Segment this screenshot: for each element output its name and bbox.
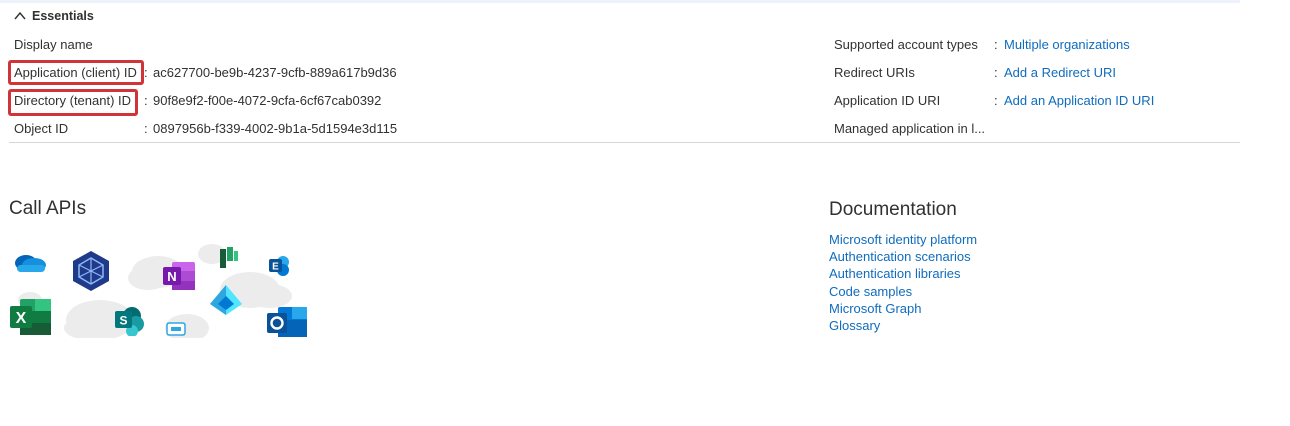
documentation-title: Documentation xyxy=(829,199,957,220)
managed-app-label: Managed application in l... xyxy=(834,121,986,136)
chevron-up-icon xyxy=(14,11,26,20)
doc-link-microsoft-graph[interactable]: Microsoft Graph xyxy=(829,301,921,316)
svg-text:X: X xyxy=(16,310,27,327)
add-app-id-uri-link[interactable]: Add an Application ID URI xyxy=(1004,92,1154,110)
account-types-label: Supported account types xyxy=(834,37,978,52)
onenote-icon: N xyxy=(163,262,195,290)
client-id-separator: : xyxy=(144,65,148,80)
excel-icon: X xyxy=(10,299,51,335)
call-apis-title: Call APIs xyxy=(9,198,87,219)
client-id-label: Application (client) ID xyxy=(14,65,137,80)
essentials-title: Essentials xyxy=(32,9,94,23)
planner-icon xyxy=(220,247,238,268)
skype-icon xyxy=(166,322,186,336)
outlook-icon xyxy=(267,307,307,337)
object-id-separator: : xyxy=(144,121,148,136)
azure-devops-icon xyxy=(73,251,109,291)
essentials-divider xyxy=(9,142,1240,143)
object-id-label: Object ID xyxy=(14,121,69,136)
svg-text:S: S xyxy=(119,314,127,328)
sharepoint-icon: S xyxy=(115,307,144,336)
top-bar xyxy=(0,0,1240,3)
tenant-id-separator: : xyxy=(144,93,148,108)
doc-link-identity-platform[interactable]: Microsoft identity platform xyxy=(829,232,977,247)
azure-ad-icon xyxy=(210,285,242,315)
exchange-icon: E xyxy=(269,256,289,276)
call-apis-illustration: N E X S xyxy=(0,238,320,338)
client-id-value[interactable]: ac627700-be9b-4237-9cfb-889a617b9d36 xyxy=(153,64,397,82)
app-id-uri-label: Application ID URI xyxy=(834,93,941,108)
add-redirect-uri-link[interactable]: Add a Redirect URI xyxy=(1004,64,1116,82)
doc-link-auth-libraries[interactable]: Authentication libraries xyxy=(829,266,961,281)
tenant-id-label: Directory (tenant) ID xyxy=(14,93,132,108)
doc-link-auth-scenarios[interactable]: Authentication scenarios xyxy=(829,249,971,264)
tenant-id-value[interactable]: 90f8e9f2-f00e-4072-9cfa-6cf67cab0392 xyxy=(153,92,381,110)
doc-link-glossary[interactable]: Glossary xyxy=(829,318,880,333)
doc-link-code-samples[interactable]: Code samples xyxy=(829,284,912,299)
essentials-toggle[interactable]: Essentials xyxy=(14,7,94,25)
svg-text:E: E xyxy=(272,262,279,273)
onedrive-icon xyxy=(15,255,46,272)
redirect-uris-separator: : xyxy=(994,65,998,80)
account-types-link[interactable]: Multiple organizations xyxy=(1004,36,1130,54)
account-types-separator: : xyxy=(994,37,998,52)
object-id-value[interactable]: 0897956b-f339-4002-9b1a-5d1594e3d115 xyxy=(153,120,397,138)
redirect-uris-label: Redirect URIs xyxy=(834,65,915,80)
svg-text:N: N xyxy=(167,269,176,284)
app-id-uri-separator: : xyxy=(994,93,998,108)
display-name-label: Display name xyxy=(14,37,93,52)
